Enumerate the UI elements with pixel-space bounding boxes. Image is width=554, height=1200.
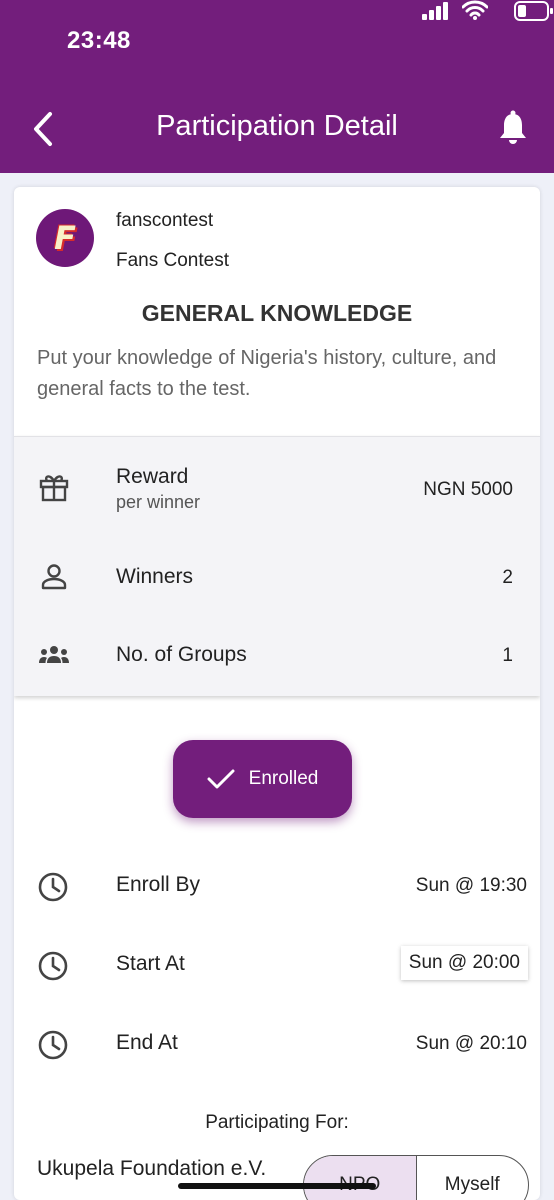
participation-card: F fanscontest Fans Contest GENERAL KNOWL… [14,187,540,1200]
enroll-by-label: Enroll By [116,873,201,896]
groups-row: No. of Groups 1 [14,627,540,687]
gift-icon [39,475,69,502]
end-at-label: End At [116,1031,178,1054]
enrolled-button[interactable]: Enrolled [173,740,352,818]
groups-value: 1 [502,645,513,666]
status-time: 23:48 [67,27,131,54]
end-at-value: Sun @ 20:10 [415,1033,527,1054]
enroll-by-row: Enroll By Sun @ 19:30 [14,871,540,911]
enroll-by-value: Sun @ 19:30 [415,875,527,896]
enrolled-label: Enrolled [248,768,319,789]
groups-label: No. of Groups [116,643,247,666]
home-indicator [178,1183,376,1189]
page-title: Participation Detail [156,110,398,142]
end-at-row: End At Sun @ 20:10 [14,1029,540,1069]
clock-icon [38,951,68,981]
bell-icon[interactable] [498,110,528,146]
start-at-row: Start At Sun @ 20:00 [14,946,540,990]
start-at-label: Start At [116,952,185,975]
signal-icon [422,2,448,20]
person-icon [41,564,67,590]
organizer-logo: F [36,209,94,267]
reward-value: NGN 5000 [423,479,513,500]
winners-row: Winners 2 [14,549,540,609]
battery-icon [514,1,553,21]
segment-npo[interactable]: NPO [304,1156,417,1200]
clock-icon [38,872,68,902]
contest-title: GENERAL KNOWLEDGE [141,300,413,326]
segment-myself[interactable]: Myself [417,1156,529,1200]
reward-sub: per winner [116,492,201,512]
participation-toggle: NPO Myself [303,1155,529,1200]
participating-for-label: Participating For: [205,1112,349,1133]
contest-info-panel: Reward per winner NGN 5000 Winners 2 No.… [14,436,540,696]
organizer-name: Fans Contest [116,250,229,271]
organizer-handle: fanscontest [116,210,214,231]
contest-description: Put your knowledge of Nigeria's history,… [37,347,497,400]
winners-label: Winners [116,565,194,588]
reward-row: Reward per winner NGN 5000 [14,453,540,513]
winners-value: 2 [502,567,513,588]
reward-label: Reward [116,465,189,488]
app-header: 23:48 Participation Detail [0,0,554,173]
wifi-icon [462,0,488,20]
groups-icon [39,646,69,663]
beneficiary-name: Ukupela Foundation e.V. [37,1157,267,1180]
clock-icon [38,1030,68,1060]
check-icon [207,769,235,789]
start-at-value: Sun @ 20:00 [400,946,528,980]
logo-letter: F [54,219,76,257]
